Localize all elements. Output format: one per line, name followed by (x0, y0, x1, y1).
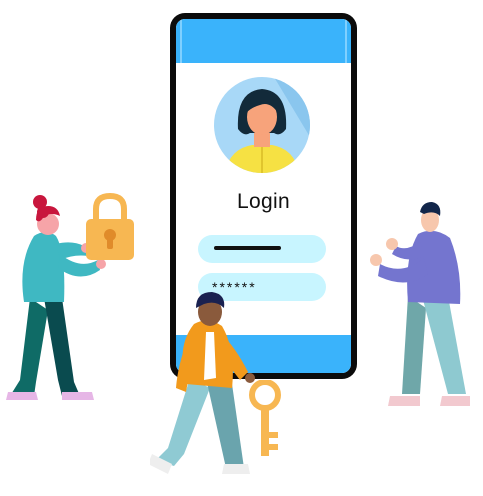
login-illustration: Login (0, 0, 483, 496)
screen-top-bar (176, 19, 351, 63)
login-title: Login (237, 190, 290, 213)
man-gesturing (370, 202, 470, 406)
key-icon (249, 380, 281, 456)
username-field[interactable] (198, 235, 326, 263)
user-avatar (214, 77, 310, 173)
username-value-placeholder-line (214, 246, 281, 250)
padlock-icon (86, 193, 134, 260)
